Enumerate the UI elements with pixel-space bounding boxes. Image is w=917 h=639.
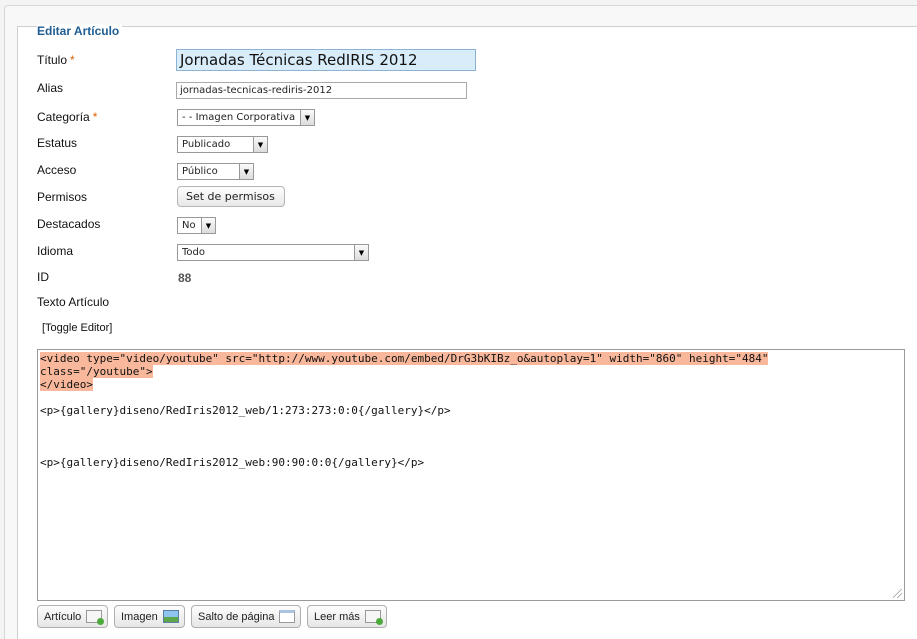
toggle-editor-link[interactable]: [Toggle Editor] [42,322,112,334]
language-select-value: Todo [182,247,205,258]
document-plus-icon [364,610,383,625]
editor-line: </video> [40,378,93,391]
image-button-label: Imagen [121,610,158,623]
editor-line: <p>{gallery}diseno/RedIris2012_web:90:90… [40,456,425,469]
set-permissions-button[interactable]: Set de permisos [177,186,285,207]
article-text-editor[interactable]: <video type="video/youtube" src="http://… [37,349,905,601]
access-select-value: Público [182,166,218,177]
alias-label: Alias [37,81,64,95]
category-select[interactable]: - - Imagen Corporativa ▼ [177,109,315,126]
chevron-down-icon: ▼ [253,137,267,152]
access-label: Acceso [37,163,77,177]
pagebreak-button[interactable]: Salto de página [191,605,302,628]
featured-select[interactable]: No ▼ [177,217,216,234]
language-select[interactable]: Todo ▼ [177,244,369,261]
title-label: Título * [37,53,75,67]
language-label: Idioma [37,244,74,258]
chevron-down-icon: ▼ [300,110,314,125]
chevron-down-icon: ▼ [239,164,253,179]
article-text-label: Texto Artículo [37,295,110,309]
status-label: Estatus [37,136,78,150]
readmore-button[interactable]: Leer más [307,605,387,628]
featured-select-value: No [182,220,196,231]
category-label: Categoría * [37,110,98,124]
status-select-value: Publicado [182,139,231,150]
article-button[interactable]: Artículo [37,605,109,628]
status-select[interactable]: Publicado ▼ [177,136,268,153]
resize-handle[interactable] [893,589,902,598]
chevron-down-icon: ▼ [354,245,368,260]
image-button[interactable]: Imagen [114,605,185,628]
readmore-button-label: Leer más [314,610,360,623]
chevron-down-icon: ▼ [201,218,215,233]
permissions-label: Permisos [37,190,88,204]
editor-line: class="/youtube"> [40,365,153,378]
required-mark: * [92,110,98,124]
article-button-label: Artículo [44,610,82,623]
id-value: 88 [178,271,192,285]
image-icon [162,610,179,623]
alias-input[interactable]: jornadas-tecnicas-rediris-2012 [176,82,467,99]
required-mark: * [70,53,75,67]
editor-line: <video type="video/youtube" src="http://… [40,352,769,365]
access-select[interactable]: Público ▼ [177,163,254,180]
category-select-value: - - Imagen Corporativa [182,112,296,123]
document-plus-icon [86,610,105,625]
pagebreak-button-label: Salto de página [198,610,275,623]
id-label: ID [37,270,49,284]
title-input[interactable]: Jornadas Técnicas RedIRIS 2012 [176,49,476,71]
editor-line: <p>{gallery}diseno/RedIris2012_web/1:273… [40,404,451,417]
featured-label: Destacados [37,217,101,231]
page-icon [279,610,296,623]
form-legend: Editar Artículo [37,24,123,38]
